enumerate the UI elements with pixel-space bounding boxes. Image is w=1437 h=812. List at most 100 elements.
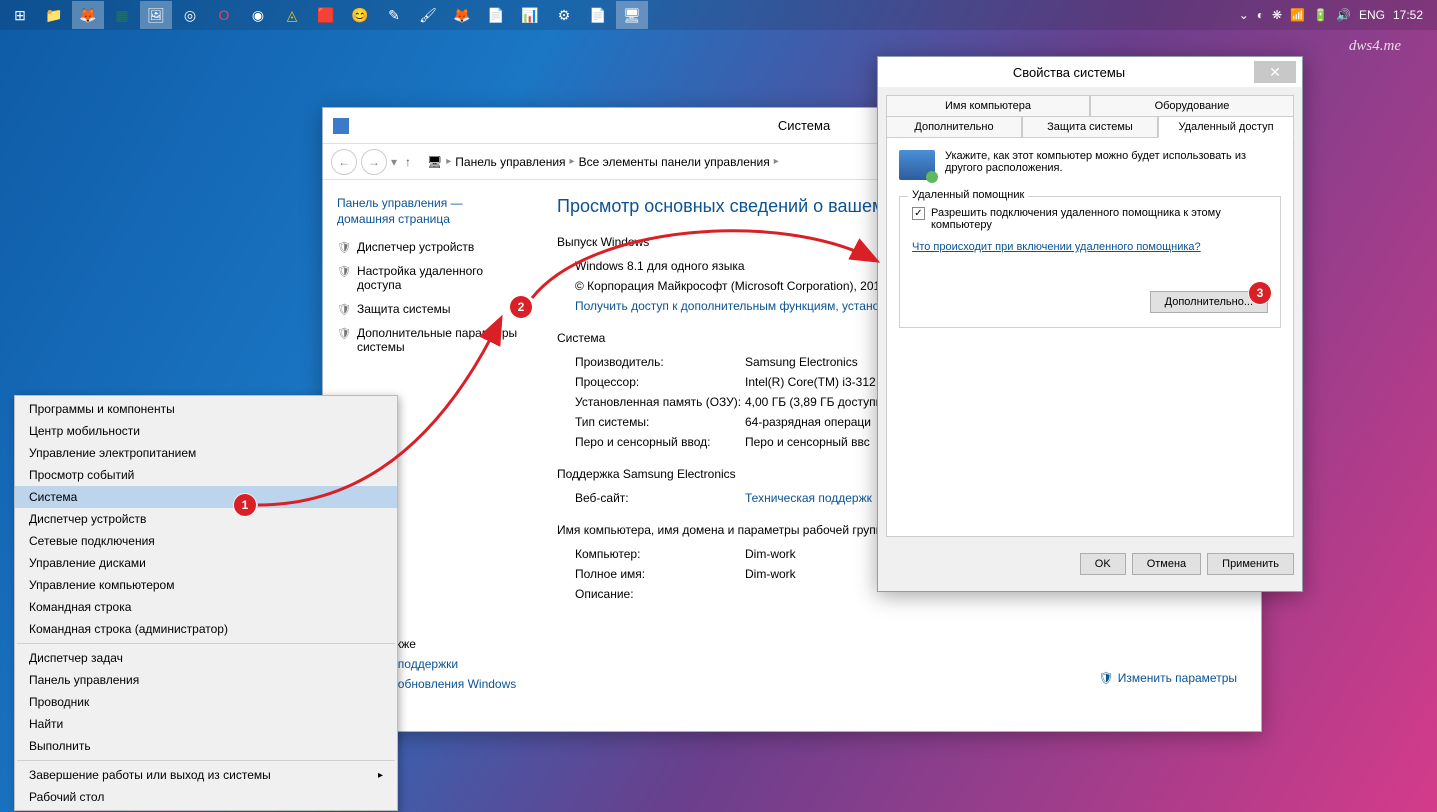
shield-icon: 🛡 bbox=[337, 303, 351, 316]
app-icon-12[interactable]: ✎ bbox=[378, 1, 410, 29]
annotation-2: 2 bbox=[510, 296, 532, 318]
context-menu-item[interactable]: Найти bbox=[15, 713, 397, 735]
context-menu-item[interactable]: Рабочий стол bbox=[15, 786, 397, 808]
notepad-icon[interactable]: 📄 bbox=[480, 1, 512, 29]
app-icon-16[interactable]: 📊 bbox=[514, 1, 546, 29]
remote-settings-link[interactable]: 🛡Настройка удаленного доступа bbox=[337, 264, 523, 292]
menu-separator bbox=[17, 643, 395, 644]
context-menu-item[interactable]: Управление дисками bbox=[15, 552, 397, 574]
up-button[interactable]: ↑ bbox=[405, 155, 411, 169]
breadcrumb-item[interactable]: Все элементы панели управления bbox=[579, 155, 770, 169]
firefox-icon[interactable]: 🦊 bbox=[72, 1, 104, 29]
tray-chevron-icon[interactable]: ⌄ bbox=[1239, 8, 1249, 22]
chevron-right-icon: ▸ bbox=[378, 770, 383, 781]
forward-button[interactable]: → bbox=[361, 149, 387, 175]
cancel-button[interactable]: Отмена bbox=[1132, 553, 1201, 575]
change-settings-link[interactable]: 🛡 Изменить параметры bbox=[1098, 671, 1237, 685]
ok-button[interactable]: OK bbox=[1080, 553, 1126, 575]
app-icon-5[interactable]: 🖼 bbox=[140, 1, 172, 29]
context-menu-item[interactable]: Проводник bbox=[15, 691, 397, 713]
tray-icon-1[interactable]: ◐ bbox=[1257, 8, 1264, 22]
network-icon[interactable]: 📶 bbox=[1290, 8, 1305, 22]
language-indicator[interactable]: ENG bbox=[1359, 8, 1385, 22]
dialog-title: Свойства системы bbox=[884, 65, 1254, 80]
dialog-hint: Укажите, как этот компьютер можно будет … bbox=[945, 150, 1281, 180]
chrome-icon[interactable]: ◉ bbox=[242, 1, 274, 29]
context-menu-item[interactable]: Центр мобильности bbox=[15, 420, 397, 442]
tab-computer-name[interactable]: Имя компьютера bbox=[886, 95, 1090, 117]
context-menu-item[interactable]: Управление электропитанием bbox=[15, 442, 397, 464]
excel-icon[interactable]: ▦ bbox=[106, 1, 138, 29]
control-panel-home-link-sub[interactable]: домашняя страница bbox=[337, 212, 523, 226]
steam-icon[interactable]: ⚙ bbox=[548, 1, 580, 29]
context-menu-item[interactable]: Завершение работы или выход из системы▸ bbox=[15, 764, 397, 786]
context-menu-item[interactable]: Программы и компоненты bbox=[15, 398, 397, 420]
fullname-label: Полное имя: bbox=[575, 567, 745, 581]
processor-label: Процессор: bbox=[575, 375, 745, 389]
chevron-right-icon: ▸ bbox=[446, 156, 451, 167]
shield-icon: 🛡 bbox=[1098, 671, 1113, 685]
app-icon-9[interactable]: ◬ bbox=[276, 1, 308, 29]
allow-remote-checkbox[interactable] bbox=[912, 207, 925, 220]
manufacturer-label: Производитель: bbox=[575, 355, 745, 369]
dialog-footer: OK Отмена Применить bbox=[878, 545, 1302, 583]
apply-button[interactable]: Применить bbox=[1207, 553, 1294, 575]
annotation-1: 1 bbox=[234, 494, 256, 516]
breadcrumb-item[interactable]: Панель управления bbox=[455, 155, 565, 169]
advanced-settings-link[interactable]: 🛡Дополнительные параметры системы bbox=[337, 326, 523, 354]
remote-icon bbox=[899, 150, 935, 180]
back-button[interactable]: ← bbox=[331, 149, 357, 175]
allow-remote-label: Разрешить подключения удаленного помощни… bbox=[931, 207, 1268, 231]
app-icon-11[interactable]: 😊 bbox=[344, 1, 376, 29]
system-properties-dialog: Свойства системы ✕ Имя компьютера Оборуд… bbox=[877, 56, 1303, 592]
tab-system-protection[interactable]: Защита системы bbox=[1022, 116, 1158, 138]
dialog-titlebar[interactable]: Свойства системы ✕ bbox=[878, 57, 1302, 87]
breadcrumb[interactable]: 🖥 ▸ Панель управления ▸ Все элементы пан… bbox=[427, 155, 779, 169]
taskbar-app-icons: ⊞ 📁 🦊 ▦ 🖼 ◎ O ◉ ◬ 🟥 😊 ✎ 🖌 🦊 📄 📊 ⚙ 📄 🖥 bbox=[4, 1, 648, 29]
context-menu-item[interactable]: Выполнить bbox=[15, 735, 397, 757]
ram-label: Установленная память (ОЗУ): bbox=[575, 395, 745, 409]
remote-assistance-group: Удаленный помощник Разрешить подключения… bbox=[899, 196, 1281, 328]
system-tray: ⌄ ◐ ❋ 📶 🔋 🔊 ENG 17:52 bbox=[1239, 8, 1433, 22]
file-explorer-icon[interactable]: 📁 bbox=[38, 1, 70, 29]
app-icon-13[interactable]: 🖌 bbox=[412, 1, 444, 29]
groupbox-title: Удаленный помощник bbox=[908, 189, 1028, 201]
device-manager-link[interactable]: 🛡Диспетчер устройств bbox=[337, 240, 523, 254]
battery-icon[interactable]: 🔋 bbox=[1313, 8, 1328, 22]
app-icon-18[interactable]: 📄 bbox=[582, 1, 614, 29]
system-type-label: Тип системы: bbox=[575, 415, 745, 429]
tray-icon-2[interactable]: ❋ bbox=[1272, 8, 1282, 22]
context-menu-item[interactable]: Просмотр событий bbox=[15, 464, 397, 486]
context-menu-item[interactable]: Командная строка (администратор) bbox=[15, 618, 397, 640]
context-menu-item[interactable]: Командная строка bbox=[15, 596, 397, 618]
clock[interactable]: 17:52 bbox=[1393, 8, 1423, 22]
context-menu-item[interactable]: Система bbox=[15, 486, 397, 508]
description-label: Описание: bbox=[575, 587, 745, 601]
start-button[interactable]: ⊞ bbox=[4, 1, 36, 29]
context-menu-item[interactable]: Диспетчер устройств bbox=[15, 508, 397, 530]
close-button[interactable]: ✕ bbox=[1254, 61, 1296, 83]
context-menu-item[interactable]: Диспетчер задач bbox=[15, 647, 397, 669]
tab-remote[interactable]: Удаленный доступ bbox=[1158, 116, 1294, 138]
opera-icon[interactable]: O bbox=[208, 1, 240, 29]
context-menu-item[interactable]: Сетевые подключения bbox=[15, 530, 397, 552]
dialog-body: Укажите, как этот компьютер можно будет … bbox=[886, 137, 1294, 537]
app-icon-6[interactable]: ◎ bbox=[174, 1, 206, 29]
app-icon-10[interactable]: 🟥 bbox=[310, 1, 342, 29]
remote-help-link[interactable]: Что происходит при включении удаленного … bbox=[912, 241, 1201, 253]
app-icon-19[interactable]: 🖥 bbox=[616, 1, 648, 29]
watermark: dws4.me bbox=[1349, 38, 1401, 55]
history-dropdown[interactable]: ▾ bbox=[391, 155, 397, 169]
context-menu-item[interactable]: Управление компьютером bbox=[15, 574, 397, 596]
context-menu-item[interactable]: Панель управления bbox=[15, 669, 397, 691]
tab-row-bottom: Дополнительно Защита системы Удаленный д… bbox=[886, 116, 1294, 137]
chevron-right-icon: ▸ bbox=[774, 156, 779, 167]
system-protection-link[interactable]: 🛡Защита системы bbox=[337, 302, 523, 316]
tab-hardware[interactable]: Оборудование bbox=[1090, 95, 1294, 117]
chevron-right-icon: ▸ bbox=[570, 156, 575, 167]
tab-advanced[interactable]: Дополнительно bbox=[886, 116, 1022, 138]
volume-icon[interactable]: 🔊 bbox=[1336, 8, 1351, 22]
shield-icon: 🛡 bbox=[337, 241, 351, 254]
control-panel-home-link[interactable]: Панель управления — bbox=[337, 196, 523, 210]
gimp-icon[interactable]: 🦊 bbox=[446, 1, 478, 29]
